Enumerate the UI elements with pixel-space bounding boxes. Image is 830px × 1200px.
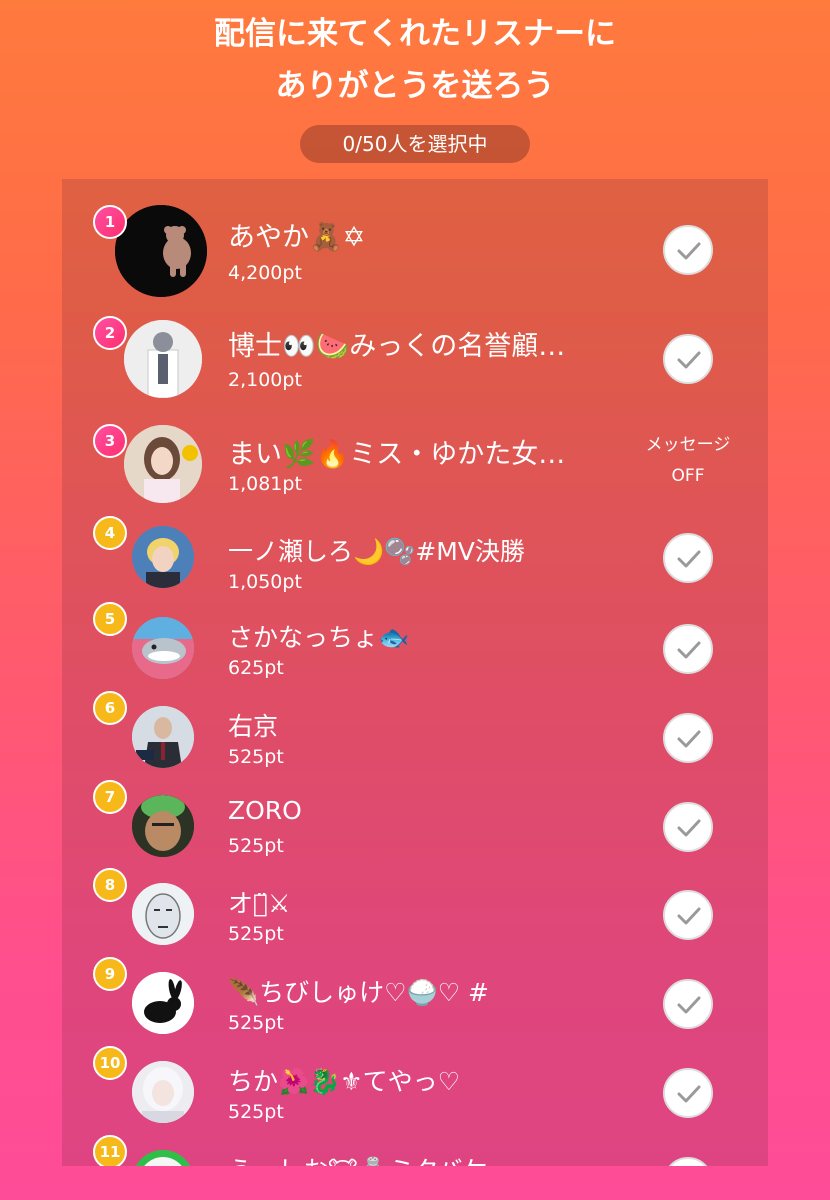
- list-item[interactable]: 5 さかなっちょ🐟 625pt: [62, 602, 768, 692]
- rank-badge: 10: [93, 1046, 127, 1080]
- page-title: 配信に来てくれたリスナーに ありがとうを送ろう: [0, 8, 830, 112]
- rank-badge: 3: [93, 424, 127, 458]
- list-item[interactable]: 4 一ノ瀬しろ🌙🫧#MV決勝 1,050pt: [62, 516, 768, 606]
- listener-points: 4,200pt: [228, 262, 302, 284]
- checkmark-icon: [677, 1085, 701, 1103]
- listener-points: 2,100pt: [228, 369, 302, 391]
- rank-badge: 9: [93, 957, 127, 991]
- avatar: [124, 320, 202, 398]
- list-item[interactable]: 2 博士👀🍉みっくの名誉顧… 2,100pt: [62, 314, 768, 402]
- select-checkbox[interactable]: [663, 334, 713, 384]
- listener-name: 博士👀🍉みっくの名誉顧…: [228, 331, 566, 362]
- avatar: [132, 1061, 194, 1123]
- select-checkbox[interactable]: [663, 1068, 713, 1118]
- listener-points: 525pt: [228, 835, 284, 857]
- checkmark-icon: [677, 730, 701, 748]
- list-item[interactable]: 1 あやか🧸✡ 4,200pt: [62, 199, 768, 297]
- select-checkbox[interactable]: [663, 713, 713, 763]
- listener-name: あやか🧸✡: [228, 222, 366, 253]
- listener-name: ZORO: [228, 796, 302, 825]
- listener-points: 525pt: [228, 746, 284, 768]
- avatar: [132, 706, 194, 768]
- message-off-status: メッセージ OFF: [645, 435, 731, 486]
- select-checkbox[interactable]: [663, 225, 713, 275]
- checkmark-icon: [677, 996, 701, 1014]
- list-item[interactable]: 8 オタ̈⚔ 525pt: [62, 868, 768, 958]
- listener-name: 右京: [228, 712, 279, 741]
- rank-badge: 8: [93, 868, 127, 902]
- listener-list: 1 あやか🧸✡ 4,200pt 2 博士👀🍉みっくの名誉顧… 2,100pt 3…: [62, 179, 768, 1166]
- select-checkbox[interactable]: [663, 979, 713, 1029]
- checkmark-icon: [677, 242, 701, 260]
- select-checkbox[interactable]: [663, 1157, 713, 1166]
- list-item[interactable]: 6 右京 525pt: [62, 691, 768, 781]
- rank-badge: 7: [93, 780, 127, 814]
- checkmark-icon: [677, 907, 701, 925]
- listener-name: さかなっちょ🐟: [228, 623, 410, 652]
- list-item[interactable]: 9 🪶ちびしゅけ♡🍚♡ # 525pt: [62, 957, 768, 1047]
- rank-badge: 6: [93, 691, 127, 725]
- avatar: [132, 617, 194, 679]
- rank-badge: 2: [93, 316, 127, 350]
- listener-name: 一ノ瀬しろ🌙🫧#MV決勝: [228, 537, 525, 566]
- select-checkbox[interactable]: [663, 624, 713, 674]
- listener-name: まい🌿🔥ミス・ゆかた女…: [228, 439, 566, 470]
- avatar: [132, 883, 194, 945]
- avatar: [115, 205, 207, 297]
- selection-counter: 0/50人を選択中: [300, 125, 530, 163]
- rank-badge: 1: [93, 205, 127, 239]
- rank-badge: 11: [93, 1135, 127, 1166]
- listener-points: 525pt: [228, 923, 284, 945]
- avatar: [132, 526, 194, 588]
- checkmark-icon: [677, 819, 701, 837]
- listener-points: 525pt: [228, 1012, 284, 1034]
- select-checkbox[interactable]: [663, 533, 713, 583]
- listener-name: オタ̈⚔: [228, 889, 291, 918]
- avatar: [132, 1150, 194, 1166]
- avatar: [132, 972, 194, 1034]
- title-line-1: 配信に来てくれたリスナーに: [213, 16, 617, 52]
- listener-name: うっしお🐮🧂ミクバケ: [228, 1151, 638, 1166]
- checkmark-icon: [677, 550, 701, 568]
- title-line-2: ありがとうを送ろう: [275, 68, 555, 104]
- listener-points: 1,050pt: [228, 571, 302, 593]
- avatar: [132, 795, 194, 857]
- checkmark-icon: [677, 641, 701, 659]
- listener-points: 525pt: [228, 1101, 284, 1123]
- list-item[interactable]: 11 うっしお🐮🧂ミクバケ: [62, 1135, 768, 1166]
- list-item[interactable]: 3 まい🌿🔥ミス・ゆかた女… 1,081pt メッセージ OFF: [62, 422, 768, 510]
- rank-badge: 5: [93, 602, 127, 636]
- listener-points: 1,081pt: [228, 473, 302, 495]
- avatar: [124, 425, 202, 503]
- listener-name: ちか🌺🐉⚜てやっ♡: [228, 1067, 461, 1096]
- select-checkbox[interactable]: [663, 802, 713, 852]
- select-checkbox[interactable]: [663, 890, 713, 940]
- list-item[interactable]: 10 ちか🌺🐉⚜てやっ♡ 525pt: [62, 1046, 768, 1136]
- rank-badge: 4: [93, 516, 127, 550]
- listener-points: 625pt: [228, 657, 284, 679]
- listener-name: 🪶ちびしゅけ♡🍚♡ #: [228, 978, 489, 1007]
- checkmark-icon: [677, 351, 701, 369]
- list-item[interactable]: 7 ZORO 525pt: [62, 780, 768, 870]
